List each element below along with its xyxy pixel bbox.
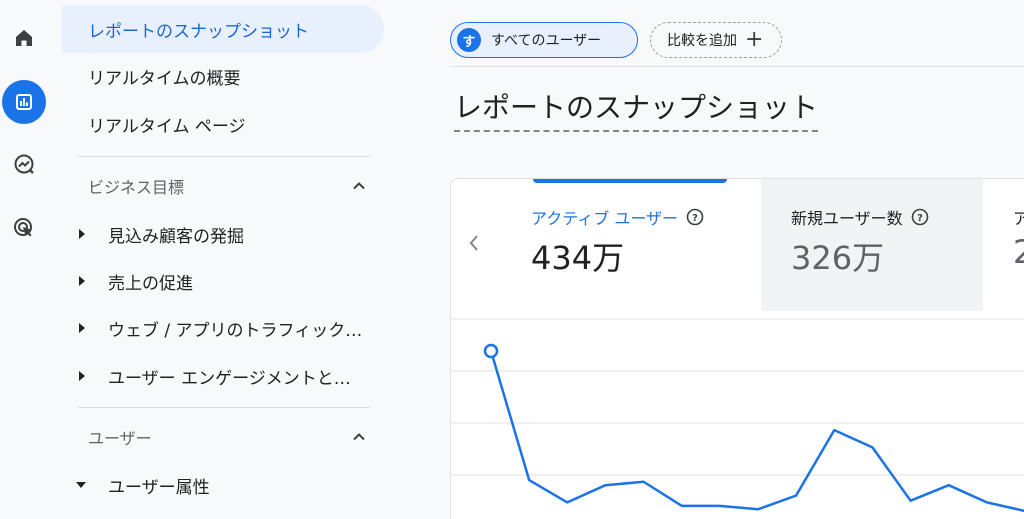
chevron-up-icon xyxy=(353,182,365,190)
nav-item-label: 見込み顧客の発掘 xyxy=(108,226,244,247)
svg-text:?: ? xyxy=(917,213,923,224)
advertising-button[interactable] xyxy=(2,206,46,250)
help-icon[interactable]: ? xyxy=(911,208,929,226)
reports-button[interactable] xyxy=(2,80,46,124)
nav-item-web-app-traffic[interactable]: ウェブ / アプリのトラフィック… xyxy=(62,304,384,352)
nav-item-realtime-overview[interactable]: リアルタイムの概要 xyxy=(62,52,384,100)
metric-value: 434万 xyxy=(531,239,625,277)
nav-item-label: リアルタイム ページ xyxy=(88,116,246,137)
nav-section-business-goals[interactable]: ビジネス目標 xyxy=(62,162,384,210)
expand-triangle-icon xyxy=(79,371,85,381)
page-title: レポートのスナップショット xyxy=(454,86,819,132)
main-content: す すべてのユーザー 比較を追加 + レポートのスナップショット アクティブ ユ… xyxy=(384,0,1024,519)
chevron-left-icon[interactable] xyxy=(465,231,483,255)
reports-bar-chart-icon xyxy=(16,94,32,110)
nav-item-drive-sales[interactable]: 売上の促進 xyxy=(62,257,384,305)
metric-label-row: 新規ユーザー数 ? xyxy=(791,205,929,229)
nav-item-user-attributes[interactable]: ユーザー属性 xyxy=(62,461,384,509)
icon-rail xyxy=(0,0,48,519)
collapse-triangle-icon xyxy=(76,482,86,488)
metrics-chart-card: アクティブ ユーザー ? 434万 新規ユーザー数 ? 326万 ア 2 xyxy=(450,178,1024,519)
explore-button[interactable] xyxy=(2,142,46,186)
metric-label: ア xyxy=(1013,205,1024,229)
metric-label: アクティブ ユーザー xyxy=(531,209,679,228)
metric-label-row: アクティブ ユーザー ? xyxy=(531,205,704,229)
home-button[interactable] xyxy=(2,16,46,60)
sidebar-nav: レポートのスナップショット リアルタイムの概要 リアルタイム ページ ビジネス目… xyxy=(62,0,384,519)
metric-tab-new-users[interactable]: 新規ユーザー数 ? 326万 xyxy=(761,179,983,311)
nav-section-users[interactable]: ユーザー xyxy=(62,413,384,461)
nav-item-label: ユーザー属性 xyxy=(108,477,210,498)
home-icon xyxy=(16,30,32,46)
add-comparison-button[interactable]: 比較を追加 + xyxy=(650,22,782,58)
line-chart xyxy=(451,318,1024,513)
nav-item-label: リアルタイムの概要 xyxy=(88,68,241,89)
data-point xyxy=(483,343,499,359)
nav-item-lead-generation[interactable]: 見込み顧客の発掘 xyxy=(62,210,384,258)
nav-section-label: ユーザー xyxy=(88,429,152,448)
metric-tab-active-users[interactable]: アクティブ ユーザー ? 434万 xyxy=(531,179,761,311)
nav-divider xyxy=(78,407,370,408)
nav-item-label: ユーザー エンゲージメントと… xyxy=(108,368,351,389)
metric-value: 326万 xyxy=(791,239,885,277)
nav-item-user-engagement[interactable]: ユーザー エンゲージメントと… xyxy=(62,352,384,400)
chevron-up-icon xyxy=(353,433,365,441)
header-divider xyxy=(450,66,1024,67)
expand-triangle-icon xyxy=(79,229,85,239)
nav-item-label: ウェブ / アプリのトラフィック… xyxy=(108,320,363,341)
nav-item-realtime-pages[interactable]: リアルタイム ページ xyxy=(62,100,384,148)
nav-divider xyxy=(78,156,370,157)
svg-text:?: ? xyxy=(692,213,698,224)
nav-item-label: レポートのスナップショット xyxy=(88,21,309,42)
metric-label-row: ア xyxy=(1013,205,1024,229)
expand-triangle-icon xyxy=(79,276,85,286)
expand-triangle-icon xyxy=(79,323,85,333)
segment-label: すべてのユーザー xyxy=(491,33,602,49)
metric-tab-partial[interactable]: ア 2 xyxy=(983,179,1024,311)
explore-trend-icon xyxy=(14,154,34,174)
add-comparison-label: 比較を追加 xyxy=(667,33,737,49)
metric-label: 新規ユーザー数 xyxy=(791,209,903,228)
nav-item-report-snapshot[interactable]: レポートのスナップショット xyxy=(62,5,384,53)
plus-icon: + xyxy=(745,27,764,52)
advertising-target-icon xyxy=(14,218,32,237)
metric-value: 2 xyxy=(1013,233,1024,271)
all-users-chip[interactable]: す すべてのユーザー xyxy=(450,22,638,58)
series-line xyxy=(489,350,1024,513)
nav-item-label: 売上の促進 xyxy=(108,273,193,294)
segment-avatar: す xyxy=(457,28,481,52)
nav-section-label: ビジネス目標 xyxy=(88,178,185,197)
help-icon[interactable]: ? xyxy=(686,208,704,226)
